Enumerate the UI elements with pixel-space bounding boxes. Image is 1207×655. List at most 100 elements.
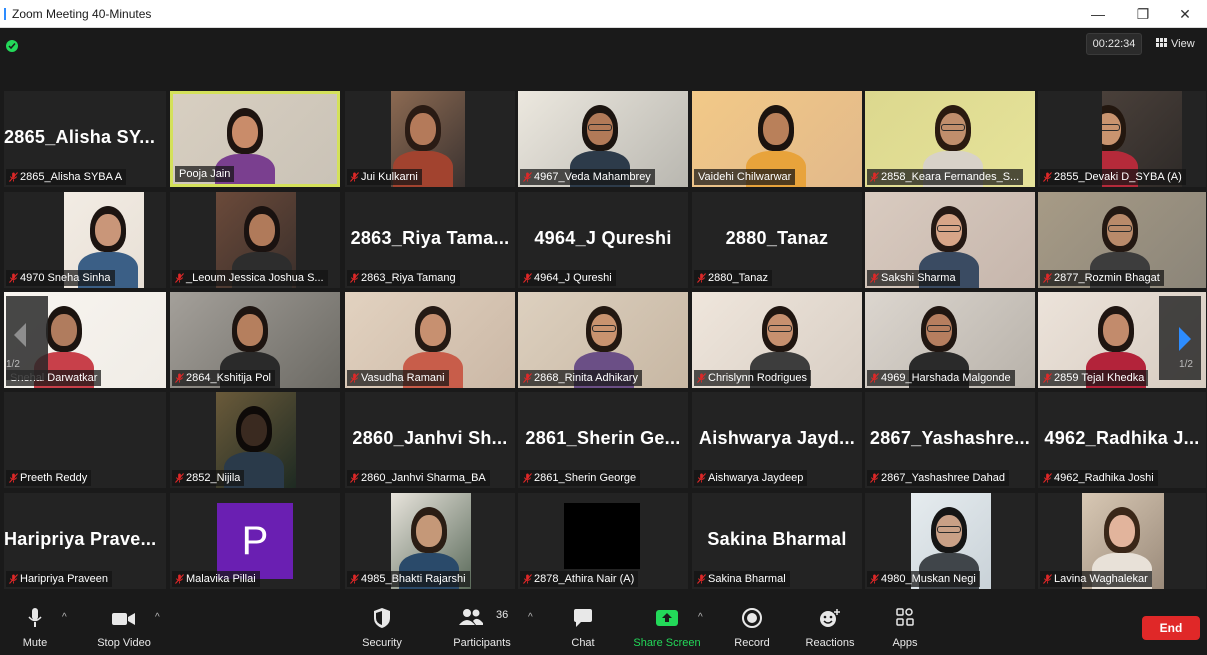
page-indicator-left: 1/2 [6,359,20,370]
encryption-shield-icon[interactable] [6,40,18,52]
muted-mic-icon [9,273,18,283]
participant-tile[interactable]: P Malavika Pillai [170,493,340,589]
participant-name: Chrislynn Rodrigues [708,372,808,384]
participant-display-name: 2861_Sherin Ge... [525,428,681,448]
chevron-right-icon [1179,327,1191,351]
participant-tile[interactable]: Haripriya Prave... Haripriya Praveen [4,493,166,589]
close-button[interactable]: ✕ [1162,0,1207,28]
participant-tile[interactable]: 2865_Alisha SY... 2865_Alisha SYBA A [4,91,166,187]
view-label: View [1171,38,1195,50]
participant-tile[interactable]: 2868_Rinita Adhikary [518,292,688,388]
participant-tile[interactable]: 2852_Nijila [170,392,340,488]
participant-tile[interactable]: 4962_Radhika J... 4962_Radhika Joshi [1038,392,1206,488]
participant-name-tag: Jui Kulkarni [347,169,422,185]
participant-tile[interactable]: Sakina Bharmal Sakina Bharmal [692,493,862,589]
participant-tile[interactable]: 4985_Bhakti Rajarshi [345,493,515,589]
participant-name: 2861_Sherin George [534,472,637,484]
participant-tile[interactable]: 2861_Sherin Ge... 2861_Sherin George [518,392,688,488]
participant-name-tag: Vasudha Ramani [347,370,449,386]
participant-tile[interactable]: 2863_Riya Tama... 2863_Riya Tamang [345,192,515,288]
participant-name: Lavina Waghalekar [1054,573,1148,585]
participants-count: 36 [496,609,509,621]
participant-name-tag: 4970 Sneha Sinha [6,270,115,286]
prev-page-button[interactable]: 1/2 [6,296,48,380]
next-page-button[interactable]: 1/2 [1159,296,1201,380]
audio-options-caret-icon[interactable]: ^ [62,612,67,623]
participant-name-tag: 2880_Tanaz [694,270,772,286]
reactions-icon [820,609,840,627]
participant-name-tag: Preeth Reddy [6,470,92,486]
participant-name: 4964_J Qureshi [534,272,612,284]
participants-caret-icon[interactable]: ^ [528,612,533,623]
meeting-timer: 00:22:34 [1086,33,1142,55]
participant-tile[interactable]: Preeth Reddy [4,392,166,488]
participant-tile[interactable]: 2855_Devaki D_SYBA (A) [1038,91,1206,187]
muted-mic-icon [523,574,532,584]
end-meeting-button[interactable]: End [1142,616,1200,640]
participant-tile[interactable]: 4980_Muskan Negi [865,493,1035,589]
participant-name-tag: Vaidehi Chilwarwar [694,169,796,185]
restore-button[interactable]: ❐ [1120,0,1166,28]
participant-name: 2865_Alisha SYBA A [20,171,123,183]
participant-tile[interactable]: Aishwarya Jayd... Aishwarya Jaydeep [692,392,862,488]
participant-tile[interactable]: 2867_Yashashre... 2867_Yashashree Dahad [865,392,1035,488]
participant-tile[interactable]: Pooja Jain [170,91,340,187]
muted-mic-icon [870,574,879,584]
participant-tile[interactable]: Vasudha Ramani [345,292,515,388]
participant-name-tag: 2863_Riya Tamang [347,270,460,286]
participant-name-tag: 2861_Sherin George [520,470,641,486]
participant-name-tag: Lavina Waghalekar [1040,571,1152,587]
share-caret-icon[interactable]: ^ [698,612,703,623]
security-shield-icon [374,608,390,628]
participant-name-tag: 4969_Harshada Malgonde [867,370,1015,386]
security-button[interactable]: Security [352,602,412,652]
participant-tile[interactable]: 4964_J Qureshi 4964_J Qureshi [518,192,688,288]
mute-button[interactable]: Mute [8,602,62,652]
participants-label: Participants [453,637,511,649]
participant-name-tag: Chrislynn Rodrigues [694,370,812,386]
share-screen-button[interactable]: Share Screen [628,602,706,652]
participant-tile[interactable]: Chrislynn Rodrigues [692,292,862,388]
stop-video-label: Stop Video [97,637,151,649]
participant-display-name: Sakina Bharmal [707,529,847,549]
muted-mic-icon [1043,473,1052,483]
participant-tile[interactable]: Vaidehi Chilwarwar [692,91,862,187]
participant-tile[interactable]: Jui Kulkarni [345,91,515,187]
participant-name: Jui Kulkarni [361,171,418,183]
participant-tile[interactable]: _Leoum Jessica Joshua S... [170,192,340,288]
participant-tile[interactable]: Lavina Waghalekar [1038,493,1206,589]
participant-tile[interactable]: 2877_Rozmin Bhagat [1038,192,1206,288]
view-button[interactable]: View [1152,33,1204,55]
page-indicator-right: 1/2 [1179,359,1193,370]
apps-button[interactable]: Apps [884,602,926,652]
black-video-feed [564,503,640,569]
participant-tile[interactable]: 2864_Kshitija Pol [170,292,340,388]
participants-button[interactable]: 36 Participants [444,602,520,652]
participant-tile[interactable]: 4969_Harshada Malgonde [865,292,1035,388]
stop-video-button[interactable]: Stop Video [88,602,160,652]
participant-name-tag: 2867_Yashashree Dahad [867,470,1009,486]
participant-name: 4980_Muskan Negi [881,573,976,585]
participant-tile[interactable]: 2878_Athira Nair (A) [518,493,688,589]
record-button[interactable]: Record [726,602,778,652]
participant-name: Pooja Jain [179,168,231,180]
participant-name: 2877_Rozmin Bhagat [1054,272,1160,284]
muted-mic-icon [350,373,359,383]
minimize-button[interactable]: — [1075,0,1121,28]
participant-name: 2868_Rinita Adhikary [534,372,638,384]
chat-button[interactable]: Chat [560,602,606,652]
participant-name: 4967_Veda Mahambrey [534,171,651,183]
muted-mic-icon [870,373,879,383]
muted-mic-icon [175,373,184,383]
participant-name: 2863_Riya Tamang [361,272,456,284]
participant-tile[interactable]: 2880_Tanaz 2880_Tanaz [692,192,862,288]
reactions-button[interactable]: Reactions [800,602,860,652]
participant-tile[interactable]: 2858_Keara Fernandes_S... [865,91,1035,187]
participant-tile[interactable]: 4967_Veda Mahambrey [518,91,688,187]
video-options-caret-icon[interactable]: ^ [155,612,160,623]
participant-tile[interactable]: 4970 Sneha Sinha [4,192,166,288]
mute-label: Mute [22,637,48,649]
participant-tile[interactable]: 2860_Janhvi Sh... 2860_Janhvi Sharma_BA [345,392,515,488]
participant-tile[interactable]: Sakshi Sharma [865,192,1035,288]
share-screen-label: Share Screen [633,637,701,649]
